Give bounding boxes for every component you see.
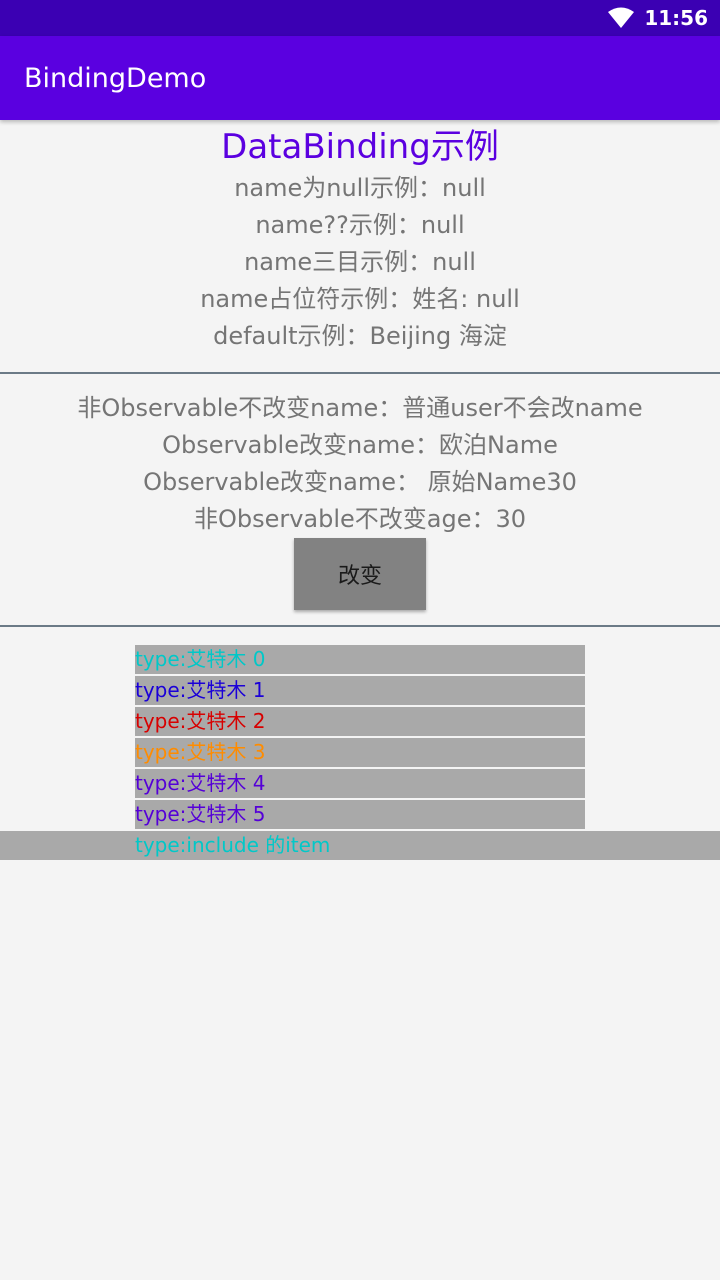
main-content: DataBinding示例 name为null示例：null name??示例：… [0, 120, 720, 1280]
divider-bottom [0, 625, 720, 627]
include-item[interactable]: type:include 的item [0, 831, 720, 860]
list-item-label: type:艾特木 4 [135, 771, 266, 795]
list-item-label: type:艾特木 0 [135, 647, 266, 671]
null-coalesce-example-text: name??示例：null [255, 211, 465, 239]
ternary-example-text: name三目示例：null [244, 248, 476, 276]
list-item[interactable]: type:艾特木 3 [135, 738, 585, 767]
list-item-label: type:艾特木 5 [135, 802, 266, 826]
default-example-text: default示例：Beijing 海淀 [213, 322, 507, 350]
divider-top [0, 372, 720, 374]
include-item-label: type:include 的item [135, 833, 331, 857]
app-title: BindingDemo [24, 62, 207, 94]
status-icons: 11:56 [608, 0, 708, 36]
non-observable-name-text: 非Observable不改变name：普通user不会改name [77, 394, 643, 422]
list-item[interactable]: type:艾特木 4 [135, 769, 585, 798]
item-list: type:艾特木 0 type:艾特木 1 type:艾特木 2 type:艾特… [135, 645, 585, 831]
list-item[interactable]: type:艾特木 0 [135, 645, 585, 674]
section-title: DataBinding示例 [221, 127, 499, 167]
non-observable-age-text: 非Observable不改变age：30 [193, 505, 527, 533]
null-example-text: name为null示例：null [234, 174, 486, 202]
wifi-icon [608, 7, 635, 29]
placeholder-example-text: name占位符示例：姓名: null [200, 285, 520, 313]
databinding-section: DataBinding示例 name为null示例：null name??示例：… [0, 124, 720, 355]
status-bar: 11:56 [0, 0, 720, 36]
status-time: 11:56 [644, 6, 708, 30]
list-item-label: type:艾特木 1 [135, 678, 266, 702]
list-item-label: type:艾特木 3 [135, 740, 266, 764]
list-item[interactable]: type:艾特木 2 [135, 707, 585, 736]
list-item[interactable]: type:艾特木 5 [135, 800, 585, 829]
app-bar: BindingDemo [0, 36, 720, 120]
change-button[interactable]: 改变 [294, 538, 426, 610]
list-item-label: type:艾特木 2 [135, 709, 266, 733]
observable-name-original-text: Observable改变name： 原始Name30 [143, 468, 577, 496]
observable-name-text: Observable改变name：欧泊Name [162, 431, 558, 459]
list-item[interactable]: type:艾特木 1 [135, 676, 585, 705]
observable-section: 非Observable不改变name：普通user不会改name Observa… [0, 390, 720, 538]
